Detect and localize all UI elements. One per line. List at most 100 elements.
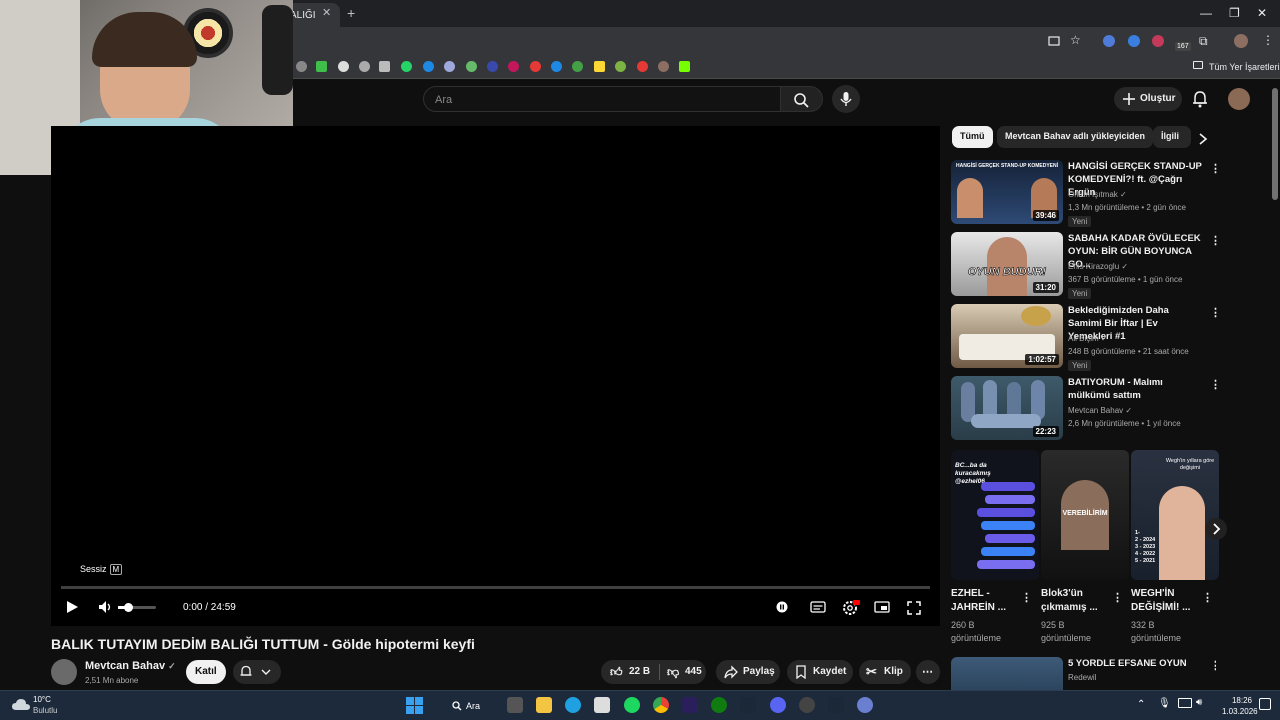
channel-name[interactable]: Mevtcan Bahav ✓ bbox=[85, 660, 176, 672]
play-icon[interactable] bbox=[65, 600, 79, 614]
video-thumbnail[interactable]: OYUN BUDUR! 31:20 bbox=[951, 232, 1063, 296]
new-tab-button[interactable]: + bbox=[347, 5, 355, 21]
task-view-icon[interactable] bbox=[507, 697, 523, 713]
recommendation-title[interactable]: BATIYORUM - Malımı mülkümü sattım bbox=[1068, 376, 1203, 402]
app-icon[interactable] bbox=[857, 697, 873, 713]
clip-button[interactable]: ✂ Klip bbox=[859, 660, 911, 684]
store-icon[interactable] bbox=[594, 697, 610, 713]
shorts-next-button[interactable] bbox=[1205, 518, 1227, 540]
volume-icon[interactable] bbox=[98, 600, 114, 614]
notification-center-icon[interactable] bbox=[1259, 698, 1271, 710]
bookmark-icon[interactable] bbox=[658, 61, 669, 72]
chevron-right-icon[interactable] bbox=[1198, 133, 1208, 145]
more-vertical-icon[interactable]: ⋮ bbox=[1210, 659, 1216, 672]
recommendation-title[interactable]: 5 YORDLE EFSANE OYUN bbox=[1068, 657, 1203, 670]
channel-avatar[interactable] bbox=[51, 659, 77, 685]
taskbar-search[interactable]: Ara bbox=[446, 695, 496, 717]
file-explorer-icon[interactable] bbox=[536, 697, 552, 713]
all-bookmarks-link[interactable]: Tüm Yer İşaretleri bbox=[1209, 62, 1280, 72]
install-app-icon[interactable] bbox=[1048, 35, 1060, 47]
notifications-bell-icon[interactable] bbox=[1192, 90, 1208, 108]
steam-icon[interactable] bbox=[828, 697, 844, 713]
subscription-bell-button[interactable] bbox=[233, 660, 281, 684]
bookmark-icon[interactable] bbox=[401, 61, 412, 72]
bookmark-icon[interactable] bbox=[466, 61, 477, 72]
short-thumbnail[interactable]: VEREBİLİRİM bbox=[1041, 450, 1129, 580]
miniplayer-icon[interactable] bbox=[874, 601, 890, 613]
bookmark-icon[interactable] bbox=[637, 61, 648, 72]
extension-badge[interactable]: 167 bbox=[1175, 42, 1191, 51]
bookmark-icon[interactable] bbox=[296, 61, 307, 72]
xbox-icon[interactable] bbox=[711, 697, 727, 713]
like-count[interactable]: 22 B bbox=[629, 666, 650, 677]
speaker-icon[interactable]: 🔊︎ bbox=[1196, 697, 1202, 708]
short-title[interactable]: WEGH'İN DEĞİŞİMİ! ... bbox=[1131, 587, 1201, 615]
progress-bar[interactable] bbox=[61, 586, 930, 589]
extension-icon-3[interactable] bbox=[1152, 35, 1164, 47]
minimize-button[interactable]: — bbox=[1200, 6, 1212, 20]
dislike-count[interactable]: 445 bbox=[685, 666, 702, 677]
tab-close-icon[interactable]: ✕ bbox=[322, 6, 331, 19]
windows-start-icon[interactable] bbox=[406, 697, 423, 714]
extension-icon-1[interactable] bbox=[1103, 35, 1115, 47]
autoplay-toggle-icon[interactable] bbox=[776, 601, 788, 613]
profile-avatar[interactable] bbox=[1234, 34, 1248, 48]
like-icon[interactable]: 👍︎ bbox=[610, 665, 623, 680]
chip-from-uploader[interactable]: Mevtcan Bahav adlı yükleyiciden bbox=[997, 126, 1154, 148]
save-button[interactable]: Kaydet bbox=[787, 660, 853, 684]
taskbar-clock[interactable]: 18:26 1.03.2026 bbox=[1222, 695, 1258, 717]
steam-icon[interactable] bbox=[740, 697, 756, 713]
chevron-up-icon[interactable]: ⌃ bbox=[1137, 699, 1145, 710]
more-vertical-icon[interactable]: ⋮ bbox=[1210, 162, 1221, 175]
volume-slider[interactable] bbox=[118, 603, 156, 612]
short-thumbnail[interactable]: Wegh'in yıllara göre değişimi 1- 2 - 202… bbox=[1131, 450, 1219, 580]
microphone-tray-icon[interactable]: 🎙︎ bbox=[1158, 698, 1171, 709]
recommendation-item[interactable]: 5 YORDLE EFSANE OYUN Redewil ⋮ bbox=[951, 657, 1216, 690]
fullscreen-icon[interactable] bbox=[907, 601, 921, 615]
bookmark-icon[interactable] bbox=[359, 61, 370, 72]
bookmark-icon[interactable] bbox=[316, 61, 327, 72]
recommendation-channel[interactable]: Ali Biçim ✓ bbox=[1068, 334, 1108, 343]
edge-browser-icon[interactable] bbox=[565, 697, 581, 713]
page-scrollbar[interactable] bbox=[1272, 88, 1278, 200]
more-vertical-icon[interactable]: ⋮ bbox=[1210, 234, 1221, 247]
recommendation-channel[interactable]: Mevtcan Bahav ✓ bbox=[1068, 406, 1132, 415]
recommendation-item[interactable]: OYUN BUDUR! 31:20 SABAHA KADAR ÖVÜLECEK … bbox=[951, 232, 1221, 299]
more-vertical-icon[interactable]: ⋮ bbox=[1210, 378, 1221, 391]
short-title[interactable]: Blok3'ün çıkmamış ... bbox=[1041, 587, 1111, 615]
short-thumbnail[interactable]: BC...ba da kuracakmış @ezhel06 bbox=[951, 450, 1039, 580]
extensions-puzzle-icon[interactable]: ⧉ bbox=[1199, 34, 1208, 49]
bookmark-icon[interactable] bbox=[594, 61, 605, 72]
volume-slider-handle[interactable] bbox=[124, 603, 133, 612]
chip-all[interactable]: Tümü bbox=[952, 126, 993, 148]
discord-icon[interactable] bbox=[770, 697, 786, 713]
obs-icon[interactable] bbox=[799, 697, 815, 713]
join-button[interactable]: Katıl bbox=[186, 660, 226, 684]
spotify-icon[interactable] bbox=[624, 697, 640, 713]
recommendation-item[interactable]: HANGİSİ GERÇEK STAND-UP KOMEDYENİ 39:46 … bbox=[951, 160, 1221, 227]
bookmark-icon[interactable] bbox=[444, 61, 455, 72]
extension-icon-2[interactable] bbox=[1128, 35, 1140, 47]
recommendation-channel[interactable]: Orkun Işıtmak ✓ bbox=[1068, 190, 1127, 199]
create-button[interactable]: Oluştur bbox=[1114, 87, 1182, 111]
more-vertical-icon[interactable]: ⋮ bbox=[1210, 306, 1221, 319]
bookmark-icon[interactable] bbox=[530, 61, 541, 72]
bookmark-icon[interactable] bbox=[379, 61, 390, 72]
bookmark-icon[interactable] bbox=[508, 61, 519, 72]
share-button[interactable]: Paylaş bbox=[716, 660, 780, 684]
subtitles-icon[interactable] bbox=[810, 601, 826, 613]
bookmark-icon[interactable] bbox=[551, 61, 562, 72]
settings-gear-icon[interactable] bbox=[842, 599, 860, 615]
close-window-button[interactable]: ✕ bbox=[1257, 6, 1267, 20]
recommendation-channel[interactable]: Redewil bbox=[1068, 673, 1096, 682]
bookmark-star-icon[interactable]: ☆ bbox=[1070, 33, 1081, 47]
bookmark-icon[interactable] bbox=[572, 61, 583, 72]
search-input[interactable]: Ara bbox=[423, 86, 781, 112]
bookmark-icon[interactable] bbox=[487, 61, 498, 72]
voice-search-button[interactable] bbox=[832, 85, 860, 113]
video-thumbnail[interactable]: 22:23 bbox=[951, 376, 1063, 440]
short-title[interactable]: EZHEL - JAHREİN ... bbox=[951, 587, 1021, 615]
chrome-icon[interactable] bbox=[653, 697, 669, 713]
video-thumbnail[interactable]: 1:02:57 bbox=[951, 304, 1063, 368]
weather-description[interactable]: Bulutlu bbox=[33, 706, 57, 715]
